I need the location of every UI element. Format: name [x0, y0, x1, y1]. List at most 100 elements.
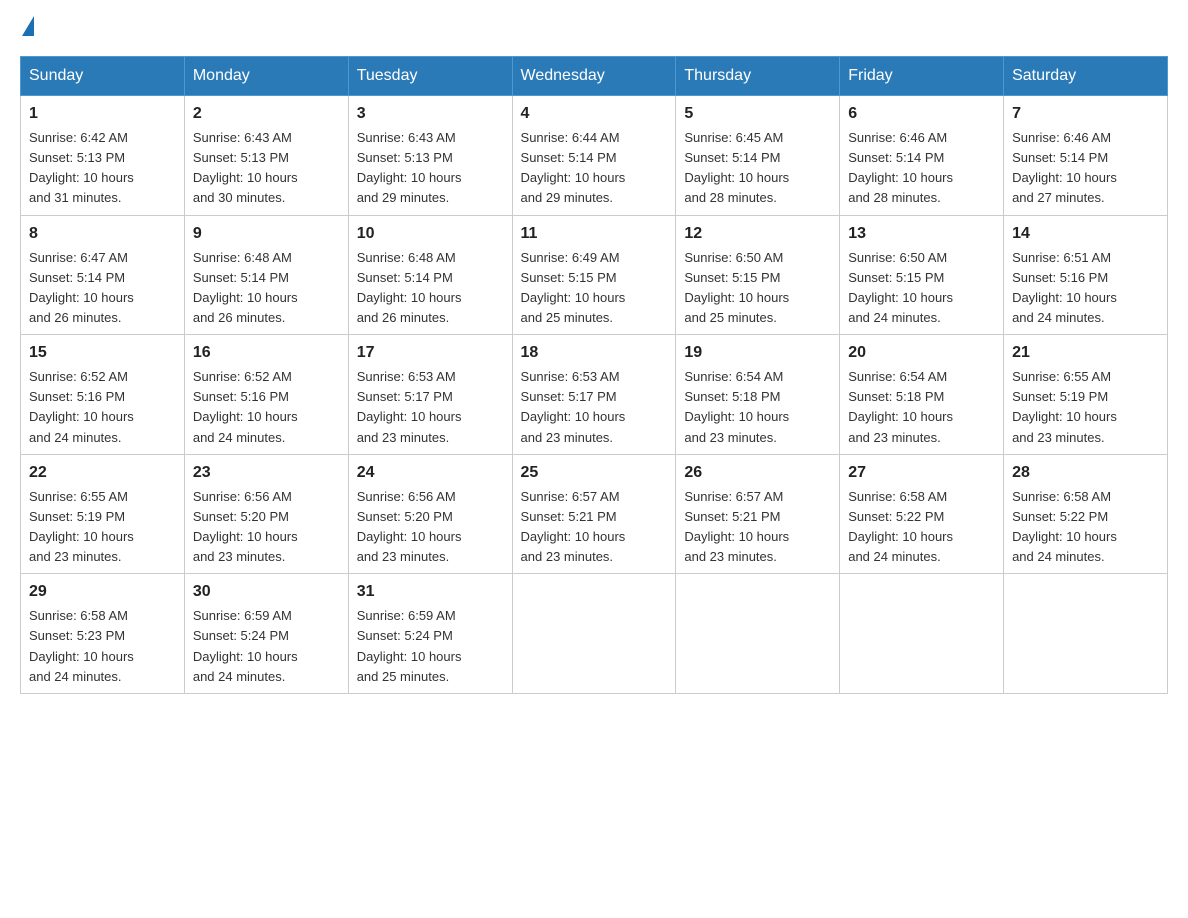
- day-info: Sunrise: 6:52 AMSunset: 5:16 PMDaylight:…: [193, 369, 298, 444]
- calendar-cell: 20 Sunrise: 6:54 AMSunset: 5:18 PMDaylig…: [840, 335, 1004, 455]
- day-number: 20: [848, 341, 995, 365]
- calendar-cell: 30 Sunrise: 6:59 AMSunset: 5:24 PMDaylig…: [184, 574, 348, 694]
- calendar-cell: 31 Sunrise: 6:59 AMSunset: 5:24 PMDaylig…: [348, 574, 512, 694]
- day-info: Sunrise: 6:55 AMSunset: 5:19 PMDaylight:…: [29, 489, 134, 564]
- calendar-week-4: 22 Sunrise: 6:55 AMSunset: 5:19 PMDaylig…: [21, 454, 1168, 574]
- day-info: Sunrise: 6:54 AMSunset: 5:18 PMDaylight:…: [848, 369, 953, 444]
- calendar-cell: 17 Sunrise: 6:53 AMSunset: 5:17 PMDaylig…: [348, 335, 512, 455]
- calendar-cell: 13 Sunrise: 6:50 AMSunset: 5:15 PMDaylig…: [840, 215, 1004, 335]
- calendar-cell: 28 Sunrise: 6:58 AMSunset: 5:22 PMDaylig…: [1004, 454, 1168, 574]
- day-info: Sunrise: 6:58 AMSunset: 5:22 PMDaylight:…: [848, 489, 953, 564]
- calendar-cell: 19 Sunrise: 6:54 AMSunset: 5:18 PMDaylig…: [676, 335, 840, 455]
- weekday-header-row: SundayMondayTuesdayWednesdayThursdayFrid…: [21, 57, 1168, 96]
- calendar-cell: 29 Sunrise: 6:58 AMSunset: 5:23 PMDaylig…: [21, 574, 185, 694]
- day-info: Sunrise: 6:44 AMSunset: 5:14 PMDaylight:…: [521, 130, 626, 205]
- day-info: Sunrise: 6:59 AMSunset: 5:24 PMDaylight:…: [193, 608, 298, 683]
- calendar-cell: 11 Sunrise: 6:49 AMSunset: 5:15 PMDaylig…: [512, 215, 676, 335]
- day-info: Sunrise: 6:43 AMSunset: 5:13 PMDaylight:…: [357, 130, 462, 205]
- page-header: [20, 20, 1168, 36]
- weekday-header-thursday: Thursday: [676, 57, 840, 96]
- calendar-cell: [512, 574, 676, 694]
- calendar-cell: 15 Sunrise: 6:52 AMSunset: 5:16 PMDaylig…: [21, 335, 185, 455]
- day-number: 4: [521, 102, 668, 126]
- day-info: Sunrise: 6:53 AMSunset: 5:17 PMDaylight:…: [521, 369, 626, 444]
- day-number: 16: [193, 341, 340, 365]
- day-number: 18: [521, 341, 668, 365]
- day-number: 17: [357, 341, 504, 365]
- day-number: 3: [357, 102, 504, 126]
- calendar-cell: 27 Sunrise: 6:58 AMSunset: 5:22 PMDaylig…: [840, 454, 1004, 574]
- day-info: Sunrise: 6:48 AMSunset: 5:14 PMDaylight:…: [357, 250, 462, 325]
- weekday-header-monday: Monday: [184, 57, 348, 96]
- calendar-cell: 10 Sunrise: 6:48 AMSunset: 5:14 PMDaylig…: [348, 215, 512, 335]
- day-number: 15: [29, 341, 176, 365]
- calendar-cell: 24 Sunrise: 6:56 AMSunset: 5:20 PMDaylig…: [348, 454, 512, 574]
- calendar-week-1: 1 Sunrise: 6:42 AMSunset: 5:13 PMDayligh…: [21, 96, 1168, 216]
- day-info: Sunrise: 6:46 AMSunset: 5:14 PMDaylight:…: [1012, 130, 1117, 205]
- day-number: 30: [193, 580, 340, 604]
- day-info: Sunrise: 6:50 AMSunset: 5:15 PMDaylight:…: [848, 250, 953, 325]
- calendar-cell: 2 Sunrise: 6:43 AMSunset: 5:13 PMDayligh…: [184, 96, 348, 216]
- weekday-header-wednesday: Wednesday: [512, 57, 676, 96]
- calendar-week-2: 8 Sunrise: 6:47 AMSunset: 5:14 PMDayligh…: [21, 215, 1168, 335]
- day-info: Sunrise: 6:58 AMSunset: 5:22 PMDaylight:…: [1012, 489, 1117, 564]
- day-number: 23: [193, 461, 340, 485]
- calendar-cell: 3 Sunrise: 6:43 AMSunset: 5:13 PMDayligh…: [348, 96, 512, 216]
- calendar-cell: 16 Sunrise: 6:52 AMSunset: 5:16 PMDaylig…: [184, 335, 348, 455]
- day-info: Sunrise: 6:52 AMSunset: 5:16 PMDaylight:…: [29, 369, 134, 444]
- calendar-cell: 23 Sunrise: 6:56 AMSunset: 5:20 PMDaylig…: [184, 454, 348, 574]
- calendar-cell: 6 Sunrise: 6:46 AMSunset: 5:14 PMDayligh…: [840, 96, 1004, 216]
- day-number: 27: [848, 461, 995, 485]
- day-info: Sunrise: 6:57 AMSunset: 5:21 PMDaylight:…: [521, 489, 626, 564]
- calendar-cell: [840, 574, 1004, 694]
- weekday-header-sunday: Sunday: [21, 57, 185, 96]
- day-info: Sunrise: 6:45 AMSunset: 5:14 PMDaylight:…: [684, 130, 789, 205]
- calendar-week-3: 15 Sunrise: 6:52 AMSunset: 5:16 PMDaylig…: [21, 335, 1168, 455]
- day-number: 8: [29, 222, 176, 246]
- calendar-cell: 8 Sunrise: 6:47 AMSunset: 5:14 PMDayligh…: [21, 215, 185, 335]
- day-number: 10: [357, 222, 504, 246]
- logo-triangle-icon: [22, 16, 34, 36]
- calendar-cell: 22 Sunrise: 6:55 AMSunset: 5:19 PMDaylig…: [21, 454, 185, 574]
- day-number: 1: [29, 102, 176, 126]
- day-info: Sunrise: 6:49 AMSunset: 5:15 PMDaylight:…: [521, 250, 626, 325]
- calendar-cell: 7 Sunrise: 6:46 AMSunset: 5:14 PMDayligh…: [1004, 96, 1168, 216]
- day-number: 28: [1012, 461, 1159, 485]
- day-info: Sunrise: 6:59 AMSunset: 5:24 PMDaylight:…: [357, 608, 462, 683]
- day-info: Sunrise: 6:57 AMSunset: 5:21 PMDaylight:…: [684, 489, 789, 564]
- day-number: 13: [848, 222, 995, 246]
- day-number: 6: [848, 102, 995, 126]
- day-number: 9: [193, 222, 340, 246]
- day-info: Sunrise: 6:56 AMSunset: 5:20 PMDaylight:…: [193, 489, 298, 564]
- calendar-cell: 26 Sunrise: 6:57 AMSunset: 5:21 PMDaylig…: [676, 454, 840, 574]
- calendar-cell: 4 Sunrise: 6:44 AMSunset: 5:14 PMDayligh…: [512, 96, 676, 216]
- day-number: 7: [1012, 102, 1159, 126]
- day-info: Sunrise: 6:55 AMSunset: 5:19 PMDaylight:…: [1012, 369, 1117, 444]
- day-info: Sunrise: 6:48 AMSunset: 5:14 PMDaylight:…: [193, 250, 298, 325]
- day-number: 21: [1012, 341, 1159, 365]
- day-number: 19: [684, 341, 831, 365]
- calendar-week-5: 29 Sunrise: 6:58 AMSunset: 5:23 PMDaylig…: [21, 574, 1168, 694]
- calendar-cell: 14 Sunrise: 6:51 AMSunset: 5:16 PMDaylig…: [1004, 215, 1168, 335]
- day-info: Sunrise: 6:42 AMSunset: 5:13 PMDaylight:…: [29, 130, 134, 205]
- day-info: Sunrise: 6:46 AMSunset: 5:14 PMDaylight:…: [848, 130, 953, 205]
- day-info: Sunrise: 6:51 AMSunset: 5:16 PMDaylight:…: [1012, 250, 1117, 325]
- weekday-header-tuesday: Tuesday: [348, 57, 512, 96]
- day-info: Sunrise: 6:47 AMSunset: 5:14 PMDaylight:…: [29, 250, 134, 325]
- day-number: 26: [684, 461, 831, 485]
- day-number: 2: [193, 102, 340, 126]
- day-number: 5: [684, 102, 831, 126]
- day-number: 24: [357, 461, 504, 485]
- weekday-header-saturday: Saturday: [1004, 57, 1168, 96]
- day-number: 14: [1012, 222, 1159, 246]
- weekday-header-friday: Friday: [840, 57, 1004, 96]
- calendar-cell: 18 Sunrise: 6:53 AMSunset: 5:17 PMDaylig…: [512, 335, 676, 455]
- day-info: Sunrise: 6:54 AMSunset: 5:18 PMDaylight:…: [684, 369, 789, 444]
- day-info: Sunrise: 6:56 AMSunset: 5:20 PMDaylight:…: [357, 489, 462, 564]
- calendar-cell: [1004, 574, 1168, 694]
- day-number: 25: [521, 461, 668, 485]
- logo: [20, 20, 34, 36]
- calendar-cell: 21 Sunrise: 6:55 AMSunset: 5:19 PMDaylig…: [1004, 335, 1168, 455]
- day-number: 22: [29, 461, 176, 485]
- day-number: 12: [684, 222, 831, 246]
